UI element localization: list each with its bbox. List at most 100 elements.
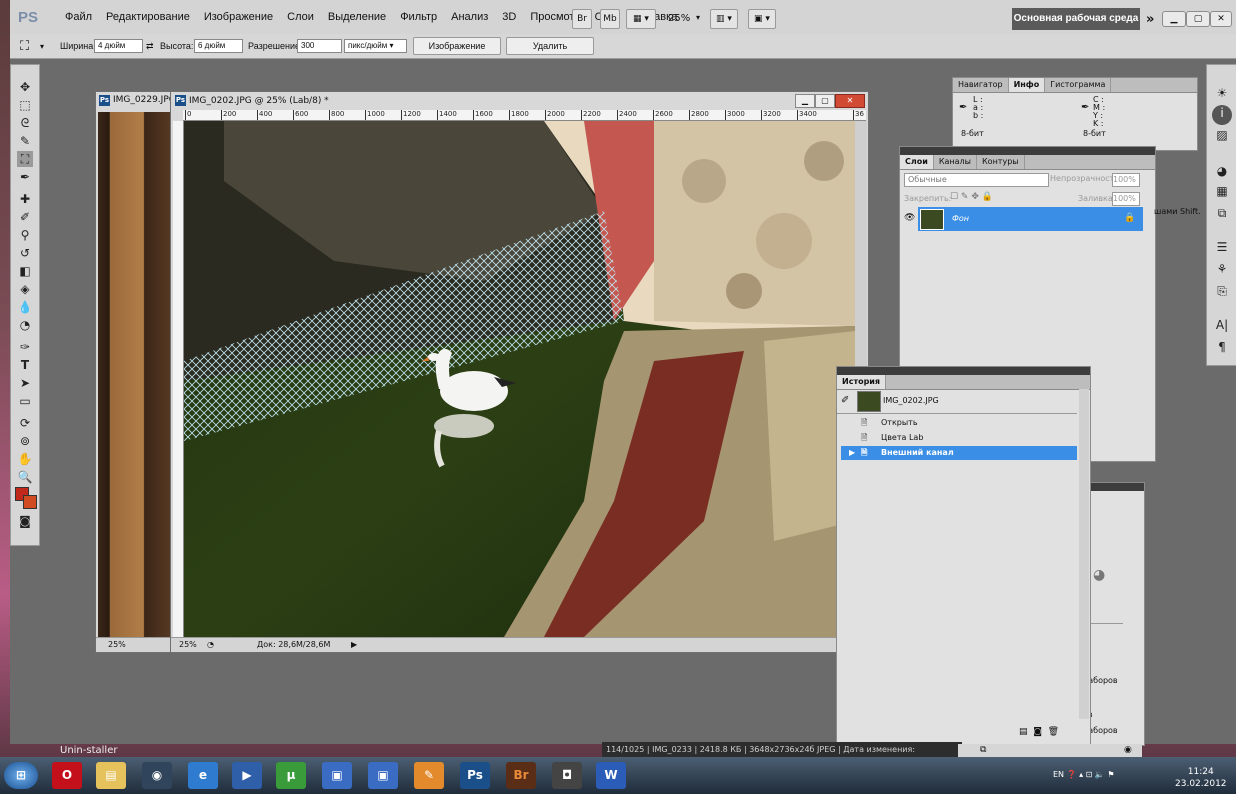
doc-back-title[interactable]: IMG_0229.JPG xyxy=(113,95,176,105)
height-field[interactable]: 6 дюйм xyxy=(194,39,243,53)
tool-preset-chevron-icon[interactable]: ▾ xyxy=(40,42,44,51)
quick-select-tool-icon[interactable]: ✎ xyxy=(17,133,33,149)
marquee-tool-icon[interactable]: ⬚ xyxy=(17,97,33,113)
paragraph-panel-icon[interactable]: ¶ xyxy=(1214,339,1230,355)
healing-brush-icon[interactable]: ✚ xyxy=(17,191,33,207)
save-disk-icon[interactable]: ▣ xyxy=(322,762,352,789)
crop-tool-icon[interactable]: ⛶ xyxy=(17,151,33,167)
menu-select[interactable]: Выделение xyxy=(321,11,393,23)
clear-button[interactable]: Удалить xyxy=(506,37,594,55)
layer-comps-icon[interactable]: ⎘ xyxy=(1214,283,1230,299)
media-player-icon[interactable]: ▶ xyxy=(232,762,262,789)
arrange-documents-icon[interactable]: ▥ ▾ xyxy=(710,9,738,29)
tab-histogram[interactable]: Гистограмма xyxy=(1045,78,1112,92)
doc-close-icon[interactable]: ✕ xyxy=(835,94,865,108)
snapshot-name[interactable]: IMG_0202.JPG xyxy=(883,396,939,405)
workspace-switcher[interactable]: Основная рабочая среда xyxy=(1012,8,1140,30)
3d-rotate-icon[interactable]: ⟳ xyxy=(17,415,33,431)
width-field[interactable]: 4 дюйм xyxy=(94,39,143,53)
blur-tool-icon[interactable]: 💧 xyxy=(17,299,33,315)
color-panel-icon[interactable]: ◕ xyxy=(1214,163,1230,179)
start-button[interactable]: ⊞ xyxy=(4,762,38,789)
clone-stamp-icon[interactable]: ⚲ xyxy=(17,227,33,243)
blend-mode-select[interactable]: Обычные xyxy=(904,173,1049,187)
adjustments-panel-icon[interactable]: ☰ xyxy=(1214,239,1230,255)
resolution-field[interactable]: 300 xyxy=(297,39,342,53)
word-icon[interactable]: W xyxy=(596,762,626,789)
path-select-icon[interactable]: ➤ xyxy=(17,375,33,391)
bridge-taskbar-icon[interactable]: Br xyxy=(506,762,536,789)
tab-paths[interactable]: Контуры xyxy=(977,155,1025,169)
styles-panel-icon[interactable]: ⧉ xyxy=(1214,205,1230,221)
tab-navigator[interactable]: Навигатор xyxy=(953,78,1009,92)
menu-edit[interactable]: Редактирование xyxy=(99,11,197,23)
mini-bridge-button[interactable]: Mb xyxy=(600,9,620,29)
opacity-field[interactable]: 100% xyxy=(1112,173,1140,187)
camera-app-icon[interactable]: ◘ xyxy=(552,762,582,789)
doc-back-canvas[interactable] xyxy=(98,112,174,637)
extras-icon[interactable]: ▦ ▾ xyxy=(626,9,656,29)
history-brush-source-icon[interactable]: ✐ xyxy=(841,395,849,406)
document-window-main[interactable]: Ps IMG_0202.JPG @ 25% (Lab/8) * ▁ ▢ ✕ 0 … xyxy=(170,91,869,653)
minimize-icon[interactable]: ▁ xyxy=(1162,11,1186,27)
photoshop-taskbar-icon[interactable]: Ps xyxy=(460,762,490,789)
doc-maximize-icon[interactable]: ▢ xyxy=(815,94,835,108)
tray-icons[interactable]: ❓ ▴ ⊡ 🔈 ⚑ xyxy=(1067,770,1115,779)
tab-layers[interactable]: Слои xyxy=(900,155,934,169)
close-icon[interactable]: ✕ xyxy=(1210,11,1232,27)
swatches-panel-icon[interactable]: ▦ xyxy=(1214,183,1230,199)
crop-tool-icon[interactable]: ⛶ xyxy=(20,38,29,54)
swap-icon[interactable]: ⇄ xyxy=(146,41,154,52)
lasso-tool-icon[interactable]: ᘓ xyxy=(17,115,33,131)
explorer-folder-icon[interactable]: ▤ xyxy=(96,762,126,789)
doc-main-zoom[interactable]: 25% xyxy=(179,638,197,652)
history-brush-icon[interactable]: ↺ xyxy=(17,245,33,261)
save-disk-icon[interactable]: ▣ xyxy=(368,762,398,789)
status-menu-icon[interactable]: ▶ xyxy=(351,638,357,652)
doc-size-status[interactable]: Док: 28,6M/28,6M xyxy=(257,638,330,652)
zoom-chevron-icon[interactable]: ▾ xyxy=(696,13,700,22)
front-image-button[interactable]: Изображение xyxy=(413,37,501,55)
menu-3d[interactable]: 3D xyxy=(495,11,523,23)
bridge-button[interactable]: Br xyxy=(572,9,592,29)
desktop-icon-label[interactable]: Unin-staller xyxy=(60,745,117,756)
type-tool-icon[interactable]: T xyxy=(17,357,33,373)
internet-explorer-icon[interactable]: e xyxy=(188,762,218,789)
history-step[interactable]: 🗎 Открыть xyxy=(841,416,1077,430)
history-step[interactable]: 🗎 Цвета Lab xyxy=(841,431,1077,445)
layer-row[interactable]: Фон 🔒 xyxy=(918,207,1143,231)
menu-analysis[interactable]: Анализ xyxy=(444,11,495,23)
history-step-selected[interactable]: ▶ 🗎 Внешний канал xyxy=(841,446,1077,460)
language-indicator[interactable]: EN xyxy=(1053,770,1064,779)
layer-name[interactable]: Фон xyxy=(952,214,969,223)
image-canvas[interactable] xyxy=(184,121,855,637)
camera-icon[interactable]: ◉ xyxy=(1124,745,1132,755)
resolution-unit-select[interactable]: пикс/дюйм ▾ xyxy=(344,39,407,53)
notes-icon[interactable]: ✎ xyxy=(414,762,444,789)
menu-file[interactable]: Файл xyxy=(58,11,99,23)
background-color-swatch[interactable] xyxy=(23,495,37,509)
masks-panel-icon[interactable]: ⚘ xyxy=(1214,261,1230,277)
character-panel-icon[interactable]: A| xyxy=(1214,317,1230,333)
pen-tool-icon[interactable]: ✑ xyxy=(17,339,33,355)
workspace-more[interactable]: » xyxy=(1146,12,1154,27)
lock-icons[interactable]: ☐ ✎ ✥ 🔒 xyxy=(950,192,993,202)
hand-tool-icon[interactable]: ✋ xyxy=(17,451,33,467)
quick-mask-icon[interactable]: ◙ xyxy=(17,513,33,529)
move-tool-icon[interactable]: ✥ xyxy=(17,79,33,95)
tab-info[interactable]: Инфо xyxy=(1008,78,1046,92)
new-document-icon[interactable]: ⧉ xyxy=(980,745,986,755)
opera-icon[interactable]: O xyxy=(52,762,82,789)
tab-history[interactable]: История xyxy=(837,375,887,389)
screen-mode-icon[interactable]: ▣ ▾ xyxy=(748,9,776,29)
zoom-tool-icon[interactable]: 🔍 xyxy=(17,469,33,485)
brush-tool-icon[interactable]: ✐ xyxy=(17,209,33,225)
utorrent-icon[interactable]: μ xyxy=(276,762,306,789)
rectangle-tool-icon[interactable]: ▭ xyxy=(17,393,33,409)
menu-image[interactable]: Изображение xyxy=(197,11,280,23)
menu-layers[interactable]: Слои xyxy=(280,11,321,23)
history-footer-icons[interactable]: ▤ ◙ 🗑 xyxy=(1019,727,1059,737)
doc-main-title[interactable]: IMG_0202.JPG @ 25% (Lab/8) * xyxy=(189,96,329,106)
maximize-icon[interactable]: ▢ xyxy=(1186,11,1210,27)
fill-field[interactable]: 100% xyxy=(1112,192,1140,206)
